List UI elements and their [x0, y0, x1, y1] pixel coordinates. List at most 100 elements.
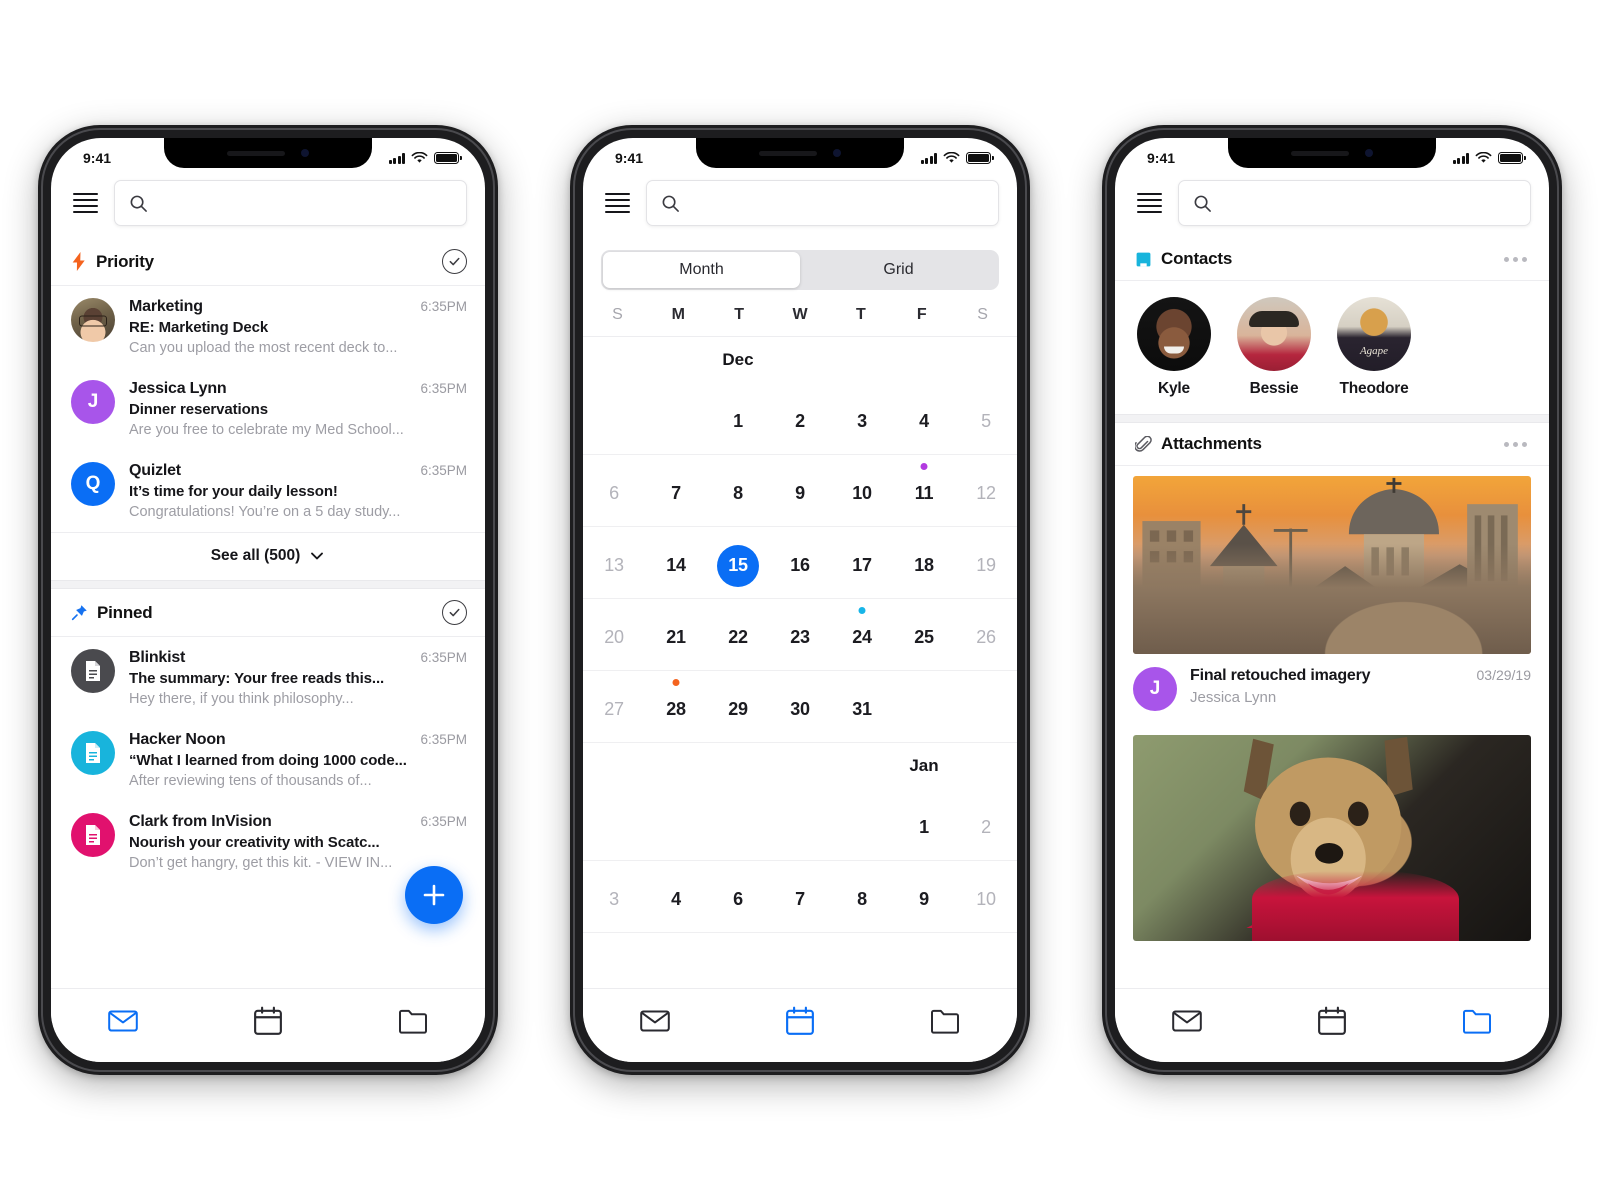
day-cell[interactable]: 7 — [645, 455, 707, 526]
weekday-label: S — [977, 306, 988, 323]
day-cell[interactable]: 18 — [893, 527, 955, 598]
tab-mail[interactable] — [1150, 1002, 1224, 1040]
day-cell[interactable] — [583, 383, 645, 454]
mail-row[interactable]: Blinkist 6:35PM The summary: Your free r… — [51, 637, 485, 719]
day-cell[interactable]: 27 — [583, 671, 645, 742]
day-cell[interactable]: 3 — [583, 861, 645, 932]
mail-row[interactable]: Q Quizlet 6:35PM It’s time for your dail… — [51, 450, 485, 532]
day-cell[interactable] — [893, 671, 955, 742]
tab-folder[interactable] — [908, 1002, 982, 1040]
day-cell[interactable] — [769, 789, 831, 860]
day-cell[interactable] — [645, 383, 707, 454]
avatar-initial: J — [87, 391, 99, 412]
day-cell[interactable]: 7 — [769, 861, 831, 932]
see-all-button[interactable]: See all (500) — [51, 532, 485, 580]
day-cell[interactable]: 19 — [955, 527, 1017, 598]
day-cell[interactable]: 24 — [831, 599, 893, 670]
segment-grid[interactable]: Grid — [800, 252, 997, 288]
more-horizontal-icon-attachments[interactable] — [1500, 438, 1531, 451]
search-field[interactable] — [646, 180, 999, 226]
search-input[interactable] — [690, 194, 984, 212]
day-cell[interactable]: 11 — [893, 455, 955, 526]
day-cell[interactable]: 30 — [769, 671, 831, 742]
day-cell[interactable]: 14 — [645, 527, 707, 598]
day-cell-selected[interactable]: 15 — [707, 527, 769, 598]
day-cell[interactable]: 12 — [955, 455, 1017, 526]
day-cell[interactable]: 20 — [583, 599, 645, 670]
attachment-meta[interactable]: J Final retouched imagery 03/29/19 Jessi… — [1115, 654, 1549, 725]
day-cell[interactable] — [645, 789, 707, 860]
contact-item[interactable]: Theodore — [1335, 297, 1413, 398]
pin-icon — [71, 605, 87, 621]
hamburger-menu-icon[interactable] — [603, 189, 632, 218]
day-cell[interactable]: 29 — [707, 671, 769, 742]
calendar-week-row: 6 7 8 9 10 11 12 — [583, 455, 1017, 527]
check-circle-icon-priority[interactable] — [442, 249, 467, 274]
day-cell[interactable]: 8 — [707, 455, 769, 526]
day-cell[interactable]: 31 — [831, 671, 893, 742]
day-cell[interactable]: 10 — [955, 861, 1017, 932]
day-cell[interactable] — [955, 671, 1017, 742]
attachment-title-row: Final retouched imagery 03/29/19 — [1190, 667, 1531, 685]
day-number: 4 — [919, 411, 929, 431]
day-cell[interactable]: 9 — [769, 455, 831, 526]
day-cell[interactable]: 5 — [955, 383, 1017, 454]
search-field[interactable] — [114, 180, 467, 226]
day-cell[interactable]: 1 — [707, 383, 769, 454]
more-horizontal-icon-contacts[interactable] — [1500, 253, 1531, 266]
download-icon[interactable] — [1493, 611, 1519, 642]
day-cell[interactable]: 16 — [769, 527, 831, 598]
day-cell[interactable]: 4 — [645, 861, 707, 932]
attachment-image-dog[interactable] — [1133, 735, 1531, 941]
tab-folder[interactable] — [376, 1002, 450, 1040]
day-cell[interactable]: 28 — [645, 671, 707, 742]
day-cell[interactable] — [583, 789, 645, 860]
day-cell[interactable]: 2 — [769, 383, 831, 454]
mail-row[interactable]: Hacker Noon 6:35PM “What I learned from … — [51, 719, 485, 801]
day-cell[interactable]: 23 — [769, 599, 831, 670]
search-input[interactable] — [1222, 194, 1516, 212]
day-cell[interactable]: 26 — [955, 599, 1017, 670]
contact-item[interactable]: Bessie — [1235, 297, 1313, 398]
contact-item[interactable]: Kyle — [1135, 297, 1213, 398]
pinned-title: Pinned — [97, 602, 153, 622]
day-cell[interactable]: 25 — [893, 599, 955, 670]
compose-fab-button[interactable] — [405, 866, 463, 924]
avatar — [71, 298, 115, 342]
cellular-signal-icon — [388, 153, 405, 164]
day-cell[interactable]: 4 — [893, 383, 955, 454]
day-cell[interactable]: 9 — [893, 861, 955, 932]
cellular-signal-icon — [1452, 153, 1469, 164]
day-cell[interactable]: 22 — [707, 599, 769, 670]
tab-folder[interactable] — [1440, 1002, 1514, 1040]
segment-month[interactable]: Month — [603, 252, 800, 288]
day-cell[interactable]: 21 — [645, 599, 707, 670]
search-input[interactable] — [158, 194, 452, 212]
day-cell[interactable]: 17 — [831, 527, 893, 598]
day-cell[interactable]: 6 — [707, 861, 769, 932]
day-cell[interactable]: 8 — [831, 861, 893, 932]
tab-calendar[interactable] — [1295, 1002, 1369, 1040]
hamburger-menu-icon[interactable] — [1135, 189, 1164, 218]
tab-calendar[interactable] — [231, 1002, 305, 1040]
mail-row[interactable]: Marketing 6:35PM RE: Marketing Deck Can … — [51, 286, 485, 368]
day-cell[interactable]: 1 — [893, 789, 955, 860]
search-header-mail — [51, 172, 485, 238]
day-cell[interactable]: 2 — [955, 789, 1017, 860]
search-field[interactable] — [1178, 180, 1531, 226]
day-cell[interactable]: 3 — [831, 383, 893, 454]
day-cell[interactable]: 6 — [583, 455, 645, 526]
mail-row[interactable]: J Jessica Lynn 6:35PM Dinner reservation… — [51, 368, 485, 450]
day-cell[interactable]: 10 — [831, 455, 893, 526]
day-cell[interactable]: 13 — [583, 527, 645, 598]
tab-mail[interactable] — [618, 1002, 692, 1040]
attachment-image-church[interactable] — [1133, 476, 1531, 654]
mail-subject: It’s time for your daily lesson! — [129, 483, 338, 500]
day-number: 31 — [852, 699, 872, 719]
day-cell[interactable] — [707, 789, 769, 860]
check-circle-icon-pinned[interactable] — [442, 600, 467, 625]
tab-mail[interactable] — [86, 1002, 160, 1040]
hamburger-menu-icon[interactable] — [71, 189, 100, 218]
day-cell[interactable] — [831, 789, 893, 860]
tab-calendar[interactable] — [763, 1002, 837, 1040]
